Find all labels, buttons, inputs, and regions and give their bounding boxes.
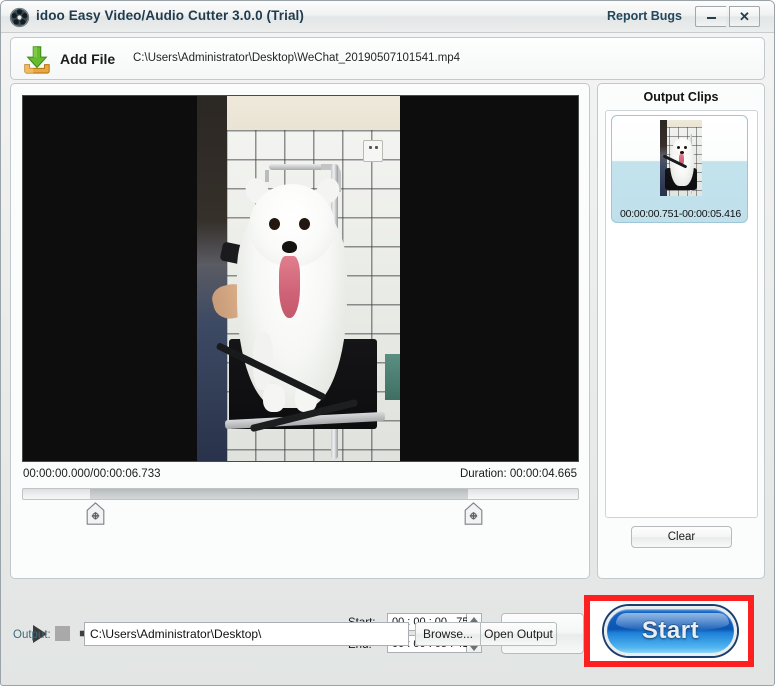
close-button[interactable]: ✕ [729,6,760,27]
open-output-button[interactable]: Open Output [481,622,557,646]
window-title: idoo Easy Video/Audio Cutter 3.0.0 (Tria… [36,8,305,23]
start-button-label: Start [641,617,700,644]
application-window: idoo Easy Video/Audio Cutter 3.0.0 (Tria… [0,0,775,686]
film-reel-icon [9,7,30,28]
output-path-label: Output: [13,629,51,641]
clip-thumbnail [660,120,702,196]
browse-button[interactable]: Browse... [415,622,481,646]
stop-button[interactable] [55,626,70,641]
timeline-selection [90,489,468,499]
title-bar: idoo Easy Video/Audio Cutter 3.0.0 (Tria… [1,1,774,33]
download-arrow-icon [24,46,50,74]
add-file-bar: Add File C:\Users\Administrator\Desktop\… [10,37,765,80]
clear-button[interactable]: Clear [631,526,732,548]
output-path-input[interactable]: C:\Users\Administrator\Desktop\ [84,622,409,646]
player-panel: 00:00:00.000/00:00:06.733 Duration: 00:0… [10,83,590,654]
trim-end-handle[interactable] [464,502,483,526]
video-frame-image [197,96,400,461]
report-bugs-link[interactable]: Report Bugs [607,9,682,23]
clip-duration: Duration: 00:00:04.665 [459,468,577,480]
playback-position: 00:00:00.000/00:00:06.733 [23,468,161,480]
stepper-down-icon[interactable] [470,646,478,651]
start-button[interactable]: Start [604,606,737,656]
list-item[interactable]: 00:00:00.751-00:00:05.416 [611,115,748,223]
loaded-file-path: C:\Users\Administrator\Desktop\WeChat_20… [133,52,461,64]
start-button-highlight: Start [584,595,754,667]
add-file-button[interactable]: Add File [16,40,121,78]
minimize-icon [706,17,716,19]
video-preview[interactable] [22,95,579,462]
clip-range-label: 00:00:00.751-00:00:05.416 [619,208,742,220]
minimize-button[interactable] [695,6,726,27]
output-clips-list[interactable]: 00:00:00.751-00:00:05.416 [605,110,758,518]
output-clips-title: Output Clips [643,90,719,104]
add-file-label: Add File [60,51,116,67]
output-clips-panel: Output Clips 00:00:00.751-00:00:05.416 C… [597,83,765,579]
trim-start-handle[interactable] [86,502,105,526]
timeline-track[interactable] [22,488,579,500]
